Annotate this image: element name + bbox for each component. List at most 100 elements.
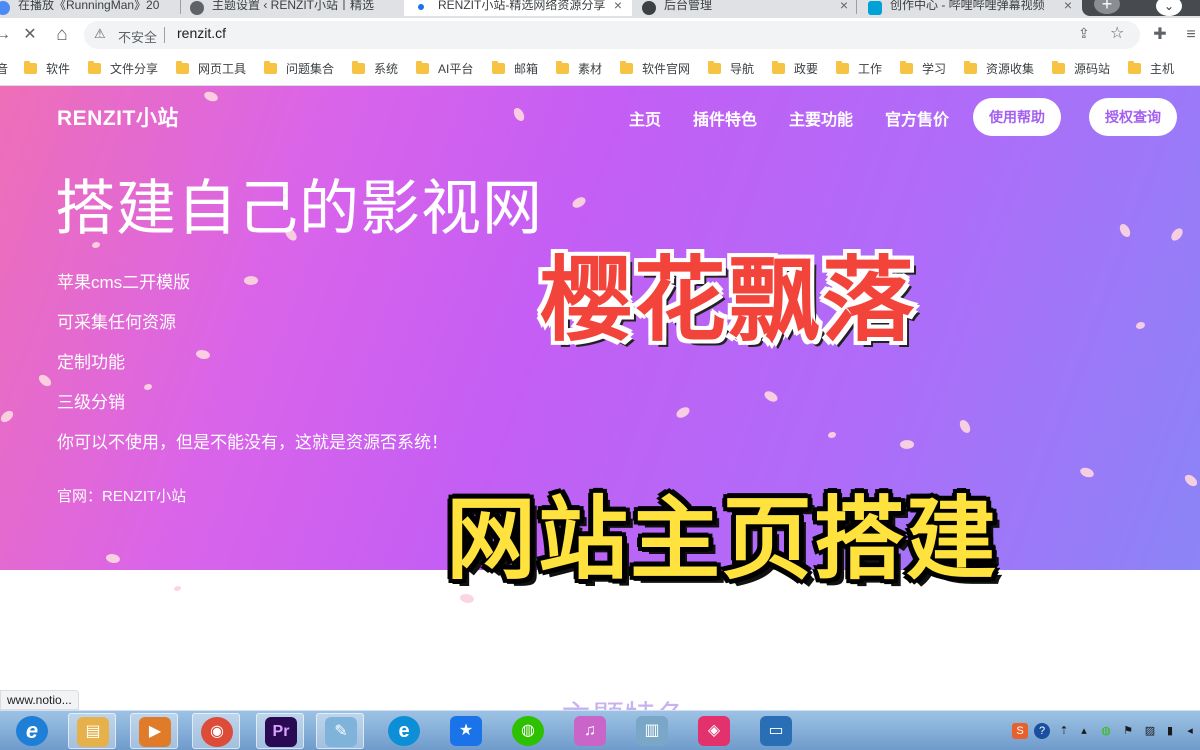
feature-item: 定制功能 — [57, 353, 125, 372]
share-icon[interactable]: ⇪ — [1078, 25, 1090, 42]
tab-runningman[interactable]: 在播放《RunningMan》20 — [0, 0, 172, 16]
wechat-icon[interactable]: ◍ — [504, 713, 552, 749]
tab-bilibili[interactable]: 创作中心 - 哔哩哔哩弹幕视频 × — [856, 0, 1082, 16]
action-center-flag-icon[interactable]: ⚑ — [1120, 723, 1136, 739]
folder-icon — [620, 61, 633, 74]
input-method-icon[interactable]: S — [1012, 723, 1028, 739]
overlay-caption-top: 樱花飘落 — [537, 247, 917, 355]
folder-icon — [264, 61, 277, 74]
notes-icon[interactable]: ▥ — [628, 713, 676, 749]
folder-icon — [836, 61, 849, 74]
bookmark-folder[interactable]: 软件官网 — [620, 60, 690, 78]
warning-icon[interactable]: ⚠ — [94, 26, 106, 42]
bookmark-folder[interactable]: 政要 — [772, 60, 818, 78]
admin-icon — [642, 1, 656, 15]
petal — [174, 586, 181, 591]
bookmark-folder[interactable]: 学习 — [900, 60, 946, 78]
tab-title: 后台管理 — [664, 0, 713, 12]
feature-item: 苹果cms二开模版 — [57, 273, 191, 292]
folder-icon — [556, 61, 569, 74]
official-site-line: 官网：RENZIT小站 — [57, 488, 187, 505]
network-icon[interactable]: ▮ — [1162, 723, 1178, 739]
todo-icon[interactable]: ★ — [442, 713, 490, 749]
folder-icon — [708, 61, 721, 74]
close-tab-icon[interactable]: × — [614, 0, 622, 16]
tab-admin[interactable]: 后台管理 × — [630, 0, 858, 16]
screen: 在播放《RunningMan》20 主题设置 ‹ RENZIT小站丨精选 REN… — [0, 0, 1200, 750]
bookmark-folder[interactable]: 素材 — [556, 60, 602, 78]
close-tab-icon[interactable]: × — [1064, 0, 1072, 16]
nav-official-price[interactable]: 官方售价 — [885, 106, 949, 130]
bookmark-folder[interactable]: 问题集合 — [264, 60, 334, 78]
petal — [762, 388, 780, 405]
notepad-icon[interactable]: ✎ — [316, 713, 364, 749]
new-tab-button[interactable]: + — [1094, 0, 1120, 14]
home-icon[interactable]: ⌂ — [51, 24, 73, 46]
petal — [0, 409, 16, 424]
tab-theme-settings[interactable]: 主题设置 ‹ RENZIT小站丨精选 — [178, 0, 398, 16]
bookmark-item[interactable]: 音 — [0, 60, 8, 78]
tab-title: RENZIT小站-精选网络资源分享 — [438, 0, 606, 12]
help-button[interactable]: 使用帮助 — [973, 98, 1061, 136]
forward-icon[interactable]: → — [0, 24, 14, 46]
bookmark-folder[interactable]: 导航 — [708, 60, 754, 78]
volume-icon[interactable]: ◂ — [1182, 723, 1198, 739]
petal — [1118, 222, 1132, 239]
premiere-pro-icon[interactable]: Pr — [256, 713, 304, 749]
folder-icon — [964, 61, 977, 74]
tab-title: 在播放《RunningMan》20 — [18, 0, 160, 12]
bookmark-folder[interactable]: 系统 — [352, 60, 398, 78]
folder-icon — [772, 61, 785, 74]
folder-icon — [88, 61, 101, 74]
folder-icon — [900, 61, 913, 74]
internet-explorer-icon[interactable]: e — [8, 713, 56, 749]
address-bar[interactable]: ⚠ 不安全 ⇪ ☆ — [84, 21, 1140, 49]
insecure-label[interactable]: 不安全 — [118, 27, 157, 46]
upload-tray-icon[interactable]: ⇡ — [1056, 723, 1072, 739]
license-check-button[interactable]: 授权查询 — [1089, 98, 1177, 136]
nav-main-functions[interactable]: 主要功能 — [789, 106, 853, 130]
chrome-icon[interactable]: ◉ — [192, 713, 240, 749]
petal — [1183, 472, 1199, 489]
audio-tool-icon[interactable]: ♫ — [566, 713, 614, 749]
close-tab-icon[interactable]: × — [840, 0, 848, 16]
nav-home[interactable]: 主页 — [629, 106, 661, 130]
folder-icon — [492, 61, 505, 74]
tab-controls: + ⌄ — [1082, 0, 1200, 16]
folder-icon — [176, 61, 189, 74]
video-editor-icon[interactable]: ◈ — [690, 713, 738, 749]
petal — [958, 418, 972, 435]
site-brand[interactable]: RENZIT小站 — [57, 102, 179, 132]
loading-icon — [418, 4, 424, 10]
show-hidden-icons-icon[interactable]: ▴ — [1076, 723, 1092, 739]
bookmark-folder[interactable]: 资源收集 — [964, 60, 1034, 78]
wechat-tray-icon[interactable]: ◍ — [1098, 723, 1114, 739]
bookmark-folder[interactable]: 文件分享 — [88, 60, 158, 78]
bookmark-star-icon[interactable]: ☆ — [1110, 23, 1124, 43]
tab-search-button[interactable]: ⌄ — [1156, 0, 1182, 16]
media-player-icon[interactable]: ▶ — [130, 713, 178, 749]
file-explorer-icon[interactable]: ▤ — [68, 713, 116, 749]
reading-list-icon[interactable]: ≡ — [1180, 24, 1200, 46]
edge-icon[interactable]: e — [380, 713, 428, 749]
bookmark-folder[interactable]: 邮箱 — [492, 60, 538, 78]
petal — [37, 372, 53, 389]
display-icon[interactable]: ▨ — [1142, 723, 1158, 739]
bookmark-folder[interactable]: 软件 — [24, 60, 70, 78]
bookmark-folder[interactable]: 工作 — [836, 60, 882, 78]
tab-renzit[interactable]: RENZIT小站-精选网络资源分享 × — [404, 0, 632, 16]
bookmark-folder[interactable]: AI平台 — [416, 60, 473, 78]
bookmark-folder[interactable]: 网页工具 — [176, 60, 246, 78]
help-tray-icon[interactable]: ? — [1034, 723, 1050, 739]
petal — [194, 347, 212, 362]
nav-plugin-features[interactable]: 插件特色 — [693, 106, 757, 130]
url-input[interactable] — [177, 25, 577, 41]
extensions-icon[interactable]: ✚ — [1149, 24, 1171, 46]
stop-loading-icon[interactable]: ✕ — [19, 24, 41, 46]
screen-tool-icon[interactable]: ▭ — [752, 713, 800, 749]
petal — [1078, 465, 1096, 480]
bookmark-folder[interactable]: 源码站 — [1052, 60, 1110, 78]
bookmark-folder[interactable]: 主机 — [1128, 60, 1174, 78]
folder-icon — [352, 61, 365, 74]
tab-title: 主题设置 ‹ RENZIT小站丨精选 — [212, 0, 374, 12]
